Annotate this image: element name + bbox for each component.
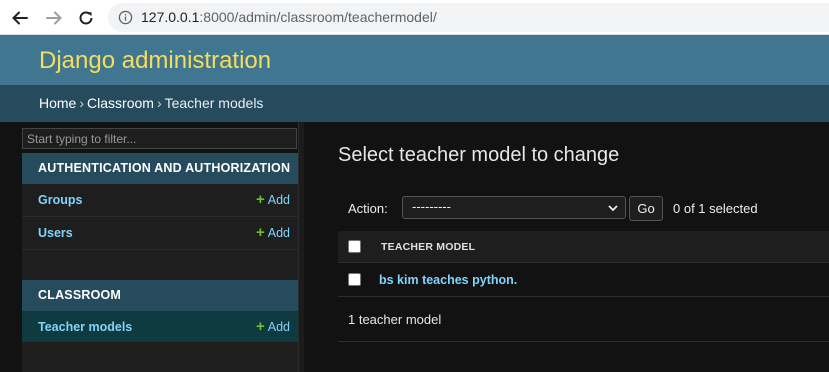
sidebar-spacer — [22, 342, 298, 372]
sidebar-toggle[interactable] — [298, 122, 304, 372]
forward-arrow-icon — [46, 11, 62, 25]
add-label: Add — [267, 320, 290, 334]
info-icon[interactable] — [118, 10, 133, 25]
breadcrumb-separator: › — [79, 95, 85, 111]
result-count: 1 teacher model — [348, 312, 442, 327]
breadcrumb-app[interactable]: Classroom — [87, 95, 154, 111]
add-users-link[interactable]: + Add — [255, 224, 290, 241]
action-selected-value: --------- — [412, 199, 451, 214]
plus-icon: + — [255, 224, 265, 241]
table-row: bs kim teaches python. — [338, 264, 829, 297]
add-groups-link[interactable]: + Add — [255, 191, 290, 208]
plus-icon: + — [255, 318, 265, 335]
sidebar-item-label[interactable]: Teacher models — [38, 320, 132, 334]
action-select[interactable]: --------- — [402, 196, 626, 219]
browser-toolbar: 127.0.0.1:8000/admin/classroom/teachermo… — [0, 0, 829, 35]
module-caption-classroom[interactable]: CLASSROOM — [22, 280, 298, 311]
module-caption-auth[interactable]: AUTHENTICATION AND AUTHORIZATION — [22, 153, 298, 184]
row-link[interactable]: bs kim teaches python. — [379, 273, 517, 287]
chevron-down-icon — [608, 205, 618, 212]
sidebar-spacer — [22, 250, 298, 280]
selected-count: 0 of 1 selected — [673, 201, 758, 216]
paginator: 1 teacher model — [338, 298, 829, 342]
reload-button[interactable] — [74, 6, 98, 30]
url-text: 127.0.0.1:8000/admin/classroom/teachermo… — [141, 9, 437, 25]
sidebar-item-label[interactable]: Groups — [38, 193, 82, 207]
page-title: Select teacher model to change — [338, 144, 620, 166]
action-label: Action: — [348, 201, 388, 216]
breadcrumb-home[interactable]: Home — [39, 95, 76, 111]
breadcrumb: Home › Classroom › Teacher models — [0, 85, 829, 122]
back-arrow-icon — [12, 11, 28, 25]
add-teacher-model-link[interactable]: + Add — [255, 318, 290, 335]
column-header-teacher-model[interactable]: TEACHER MODEL — [381, 241, 475, 253]
add-label: Add — [267, 193, 290, 207]
nav-filter-input[interactable] — [22, 128, 297, 149]
site-branding[interactable]: Django administration — [39, 47, 271, 75]
sidebar-item-groups: Groups + Add — [22, 184, 298, 217]
go-button[interactable]: Go — [629, 196, 663, 221]
breadcrumb-separator: › — [156, 95, 162, 111]
admin-header: Django administration — [0, 35, 829, 85]
sidebar-item-users: Users + Add — [22, 217, 298, 250]
plus-icon: + — [255, 191, 265, 208]
back-button[interactable] — [8, 6, 32, 30]
sidebar-item-teacher-models: Teacher models + Add — [22, 311, 298, 344]
address-bar[interactable]: 127.0.0.1:8000/admin/classroom/teachermo… — [108, 3, 829, 32]
url-path: :8000/admin/classroom/teachermodel/ — [199, 9, 437, 25]
forward-button[interactable] — [42, 6, 66, 30]
row-checkbox[interactable] — [348, 273, 361, 286]
sidebar-item-label[interactable]: Users — [38, 226, 73, 240]
reload-icon — [79, 11, 93, 25]
url-host: 127.0.0.1 — [141, 9, 200, 25]
breadcrumb-current: Teacher models — [164, 95, 264, 111]
select-all-checkbox[interactable] — [348, 240, 361, 253]
add-label: Add — [267, 226, 290, 240]
results-table-header: TEACHER MODEL — [338, 231, 829, 263]
